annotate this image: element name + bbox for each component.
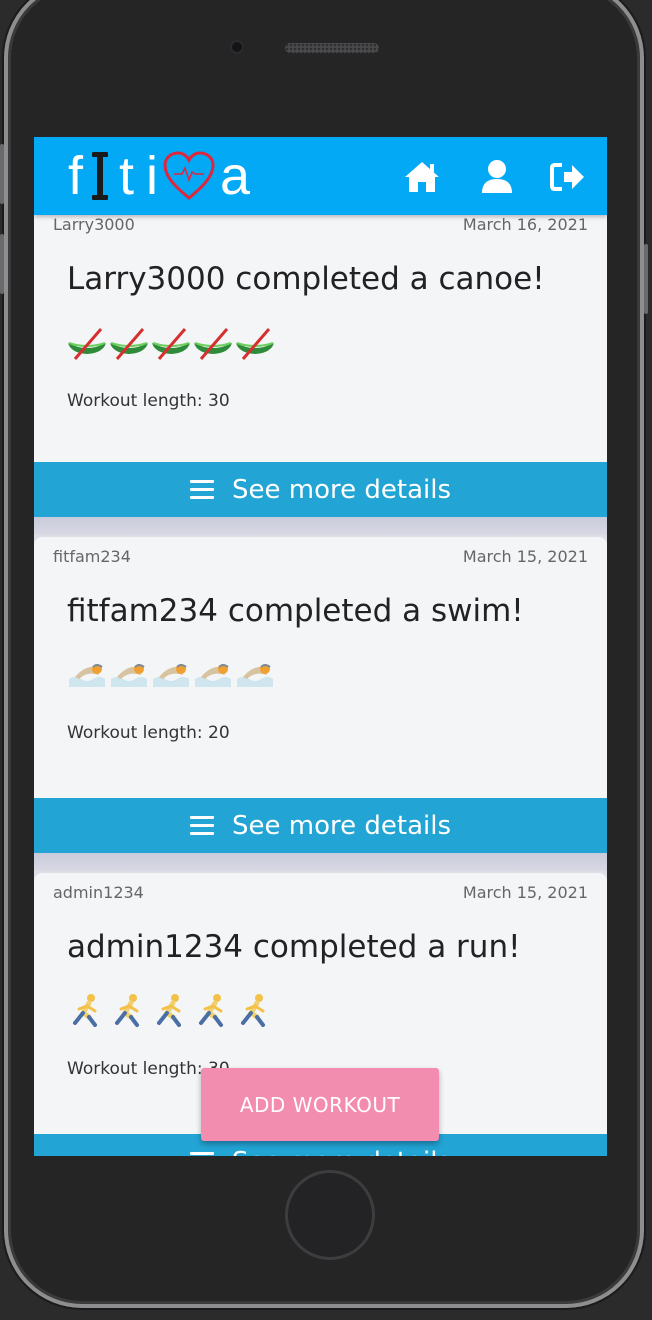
see-more-details-label: See more details <box>232 810 451 841</box>
home-button[interactable] <box>285 1170 375 1260</box>
swimmer-icon <box>111 664 147 687</box>
workout-length: Workout length: 20 <box>67 723 230 743</box>
nav-profile-button[interactable] <box>477 157 517 197</box>
canoe-icon <box>68 328 106 360</box>
card-title: admin1234 completed a run! <box>67 929 521 965</box>
card-date: March 15, 2021 <box>462 547 588 566</box>
canoe-icon <box>152 328 190 360</box>
add-workout-label: ADD WORKOUT <box>239 1092 401 1117</box>
nav-home-button[interactable] <box>402 157 442 197</box>
power-button <box>644 244 648 314</box>
earpiece-speaker <box>285 43 379 53</box>
logo-letter: a <box>220 146 251 206</box>
logo-letter: t <box>119 146 135 206</box>
volume-button <box>0 234 4 294</box>
runner-icon <box>157 994 181 1027</box>
canoe-icon <box>110 328 148 360</box>
add-workout-button[interactable]: ADD WORKOUT <box>201 1068 439 1141</box>
runner-icon <box>115 994 139 1027</box>
workout-length: Workout length: 30 <box>67 391 230 411</box>
swimmer-icon <box>153 664 189 687</box>
swimmer-icon <box>69 664 105 687</box>
emoji-row <box>67 991 275 1031</box>
card-separator <box>34 853 607 871</box>
sign-out-icon <box>550 163 584 191</box>
logo-letter: f <box>68 146 84 206</box>
emoji-row <box>67 323 275 363</box>
logo-letter: i <box>146 146 159 206</box>
workout-card: Larry3000 March 16, 2021 Larry3000 compl… <box>34 205 607 462</box>
home-icon <box>405 162 439 192</box>
swimmer-icon <box>195 664 231 687</box>
volume-button <box>0 144 4 204</box>
swimmer-icon <box>237 664 273 687</box>
card-date: March 16, 2021 <box>462 215 588 234</box>
see-more-details-button[interactable]: See more details <box>34 798 607 853</box>
runner-icon <box>199 994 223 1027</box>
runner-icon <box>73 994 97 1027</box>
dumbbell-icon <box>92 152 109 200</box>
see-more-details-button[interactable]: See more details <box>34 462 607 517</box>
app-screen: f t i a Larry3000 March 16, 2021 Larry30… <box>34 137 607 1156</box>
card-username[interactable]: Larry3000 <box>53 215 135 234</box>
card-separator <box>34 517 607 535</box>
see-more-details-label: See more details <box>232 474 451 505</box>
runner-icon <box>241 994 265 1027</box>
card-username[interactable]: admin1234 <box>53 883 144 902</box>
card-title: fitfam234 completed a swim! <box>67 593 524 629</box>
bars-icon <box>190 815 214 836</box>
nav-logout-button[interactable] <box>548 157 588 197</box>
user-icon <box>482 160 512 193</box>
card-title: Larry3000 completed a canoe! <box>67 261 545 297</box>
card-date: March 15, 2021 <box>462 883 588 902</box>
bars-icon <box>190 1151 214 1157</box>
canoe-icon <box>236 328 274 360</box>
workout-card: fitfam234 March 15, 2021 fitfam234 compl… <box>34 537 607 799</box>
see-more-details-label: See more details <box>232 1147 451 1157</box>
emoji-row <box>67 655 275 695</box>
navbar: f t i a <box>34 137 607 215</box>
bars-icon <box>190 479 214 500</box>
app-logo[interactable]: f t i a <box>68 143 250 209</box>
canoe-icon <box>194 328 232 360</box>
front-camera <box>230 40 244 54</box>
card-username[interactable]: fitfam234 <box>53 547 131 566</box>
heart-icon <box>163 151 215 200</box>
